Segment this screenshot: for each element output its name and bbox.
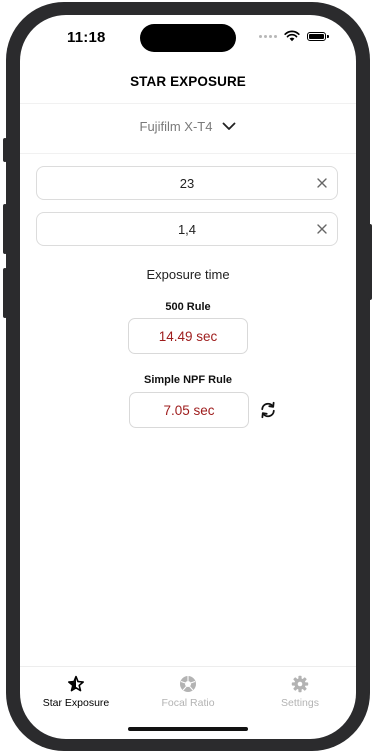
chevron-down-icon [223, 122, 236, 130]
battery-icon [307, 31, 329, 41]
camera-selector[interactable]: Fujifilm X-T4 [20, 119, 356, 134]
aperture-icon [180, 676, 196, 692]
tab-focal-ratio[interactable]: Focal Ratio [138, 675, 238, 709]
focal-length-field[interactable]: 23 [36, 166, 338, 200]
rule500-value: 14.49 sec [158, 328, 218, 344]
npf-label: Simple NPF Rule [143, 374, 233, 386]
volume-up-button [3, 204, 7, 254]
page-title: STAR EXPOSURE [130, 74, 246, 89]
tab-settings[interactable]: Settings [250, 675, 350, 709]
tab-focal-ratio-label: Focal Ratio [161, 697, 215, 709]
dynamic-island [140, 24, 236, 52]
status-icons [259, 30, 329, 42]
mute-switch [3, 138, 7, 162]
aperture-value: 1,4 [177, 221, 197, 237]
wifi-icon [284, 30, 300, 42]
tabbar-divider [20, 666, 356, 667]
app-screen: 11:18 STAR EXPOSURE Fujifilm X-T4 23 1,4 [20, 15, 356, 739]
power-button [368, 224, 372, 300]
status-time: 11:18 [67, 29, 106, 46]
exposure-heading: Exposure time [146, 267, 230, 282]
nav-divider [20, 103, 356, 104]
tab-settings-label: Settings [281, 697, 319, 709]
gear-icon [291, 675, 309, 693]
close-icon[interactable] [316, 223, 328, 235]
focal-length-value: 23 [179, 175, 195, 191]
refresh-icon[interactable] [259, 401, 277, 419]
close-icon[interactable] [316, 177, 328, 189]
star-icon [68, 675, 84, 692]
volume-down-button [3, 268, 7, 318]
npf-value: 7.05 sec [163, 402, 215, 418]
rule500-label: 500 Rule [165, 301, 211, 313]
rule500-result: 14.49 sec [128, 318, 248, 354]
camera-selector-label: Fujifilm X-T4 [139, 119, 213, 134]
tab-star-exposure[interactable]: Star Exposure [26, 675, 126, 709]
aperture-field[interactable]: 1,4 [36, 212, 338, 246]
home-indicator [128, 727, 248, 731]
signal-dots-icon [259, 34, 277, 38]
npf-result: 7.05 sec [129, 392, 249, 428]
camera-divider [20, 153, 356, 154]
tab-star-exposure-label: Star Exposure [42, 697, 110, 709]
